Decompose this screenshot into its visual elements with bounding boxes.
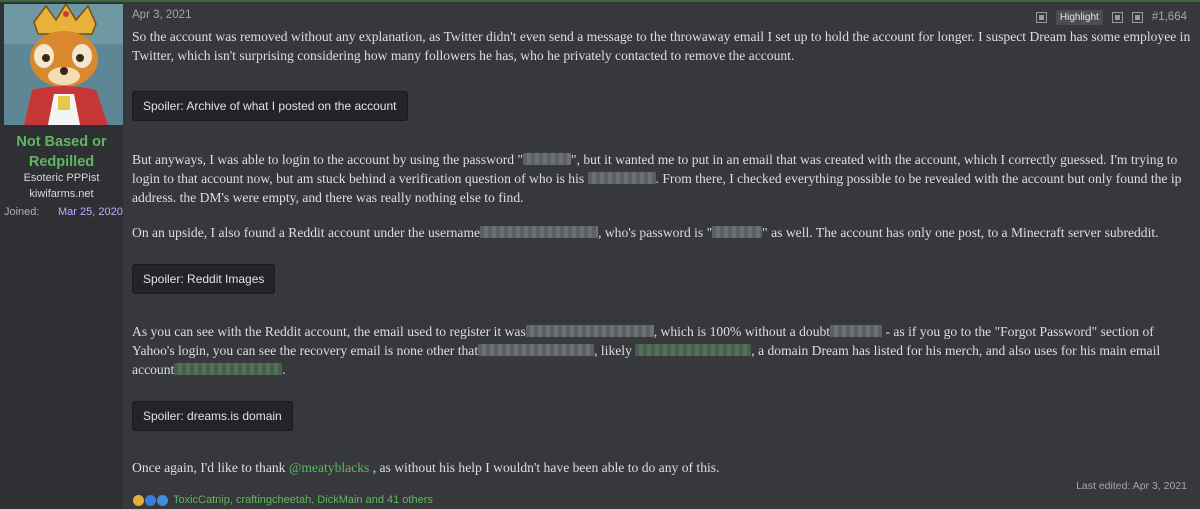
redacted-password	[523, 153, 572, 165]
user-sidebar: Not Based or Redpilled Esoteric PPPist k…	[0, 2, 123, 509]
redacted-password-2	[712, 226, 763, 238]
like-reaction-icon	[157, 494, 168, 506]
paragraph-5-part-1: Once again, I'd like to thank	[132, 460, 289, 475]
link-icon[interactable]	[1131, 11, 1143, 23]
winner-reaction-icon	[133, 494, 144, 506]
user-title: Esoteric PPPist	[23, 172, 100, 184]
post-date[interactable]: Apr 3, 2021	[132, 9, 191, 21]
redacted-email-2	[478, 344, 595, 356]
paragraph-4-part-1: As you can see with the Reddit account, …	[132, 324, 526, 339]
paragraph-2-part-1: But anyways, I was able to login to the …	[132, 152, 524, 167]
paragraph-4-part-4: , likely	[594, 343, 632, 358]
post: Apr 3, 2021 Highlight #1,664 So the acco…	[123, 2, 1200, 509]
redacted-username	[480, 226, 599, 238]
username-line-2: Redpilled	[28, 154, 95, 170]
joined-date: Mar 25, 2020	[58, 206, 123, 218]
informative-reaction-icon	[145, 494, 156, 506]
paragraph-3-part-2: , who's password is "	[598, 225, 713, 240]
post-number[interactable]: #1,664	[1152, 11, 1187, 23]
bookmark-icon[interactable]	[1111, 11, 1123, 23]
paragraph-1: So the account was removed without any e…	[132, 29, 1191, 63]
spoiler-button-archive[interactable]: Spoiler: Archive of what I posted on the…	[132, 91, 408, 121]
username[interactable]: Not Based or Redpilled	[0, 132, 123, 172]
spoiler-button-domain[interactable]: Spoiler: dreams.is domain	[132, 401, 293, 431]
reactions-bar[interactable]: ToxicCatnip, craftingcheetah, DickMain a…	[133, 492, 433, 508]
paragraph-2: But anyways, I was able to login to the …	[132, 150, 1192, 207]
user-mention-link[interactable]: @meatyblacks	[289, 460, 369, 475]
paragraph-3-part-1: On an upside, I also found a Reddit acco…	[132, 225, 481, 240]
paragraph-3: On an upside, I also found a Reddit acco…	[132, 223, 1192, 242]
spoiler-button-reddit-images[interactable]: Spoiler: Reddit Images	[132, 264, 276, 294]
redacted-answer	[587, 172, 656, 184]
username-line-1: Not Based or	[16, 134, 107, 150]
joined-label: Joined:	[4, 206, 40, 218]
paragraph-4-part-2: , which is 100% without a doubt	[653, 324, 831, 339]
reactions-list[interactable]: ToxicCatnip, craftingcheetah, DickMain a…	[173, 494, 433, 506]
redacted-link-1[interactable]	[635, 344, 752, 356]
paragraph-5-part-2: , as without his help I wouldn't have be…	[369, 460, 720, 475]
paragraph-5: Once again, I'd like to thank @meatyblac…	[132, 458, 1192, 477]
redacted-link-2[interactable]	[174, 363, 283, 375]
share-icon[interactable]	[1035, 11, 1047, 23]
post-actions: Highlight #1,664	[1035, 9, 1187, 25]
user-host: kiwifarms.net	[29, 188, 94, 200]
paragraph-4-part-6: .	[282, 362, 286, 377]
avatar[interactable]	[4, 4, 123, 125]
redacted-name	[830, 325, 883, 337]
paragraph-4: As you can see with the Reddit account, …	[132, 322, 1192, 379]
last-edited: Last edited: Apr 3, 2021	[1076, 480, 1187, 492]
highlight-button[interactable]: Highlight	[1055, 9, 1103, 25]
redacted-email-1	[525, 325, 654, 337]
paragraph-3-part-3: " as well. The account has only one post…	[762, 225, 1159, 240]
